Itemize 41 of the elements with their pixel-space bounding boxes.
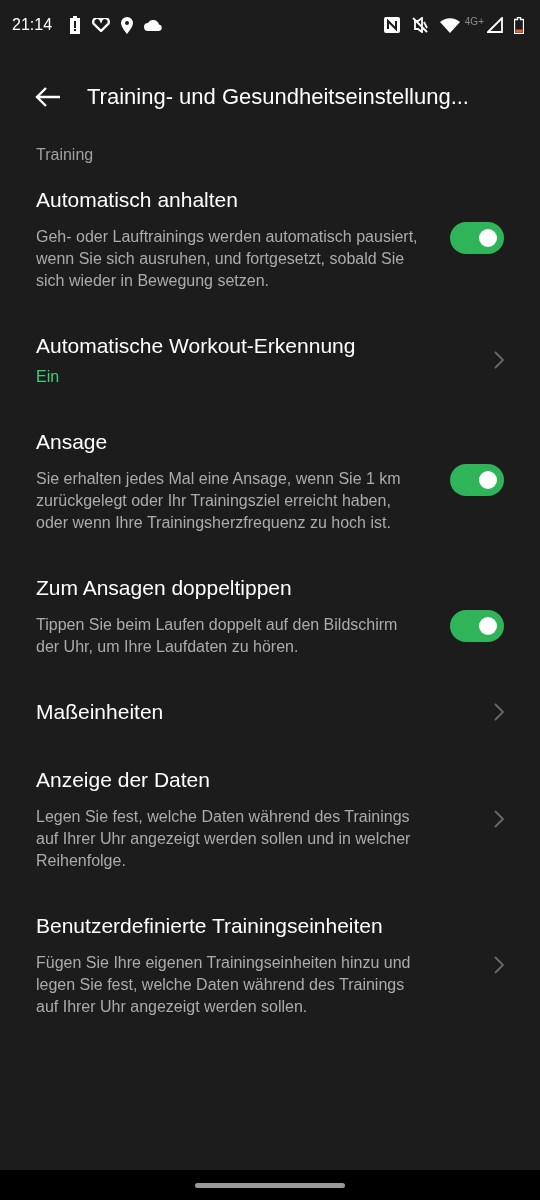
nfc-icon [383,17,400,33]
chevron-right-icon [494,351,504,369]
heart-icon [92,18,111,32]
chevron-right-icon [494,703,504,721]
setting-title: Maßeinheiten [36,699,165,725]
settings-item[interactable]: Automatisch anhalten Geh- oder Lauftrainings werden automatisch pausiert, wenn Sie sich ausruhen, und fortgesetzt, sobald Sie sich wieder in Bewegung setzen. [0,166,540,312]
setting-title: Anzeige der Daten [36,767,211,793]
setting-description: Tippen Sie beim Laufen doppelt auf den Bildschirm der Uhr, um Ihre Laufdaten zu hören. [36,615,399,657]
wifi-icon [439,17,460,33]
setting-title: Ansage [36,429,109,455]
clock: 21:14 [12,16,53,34]
setting-description: Fügen Sie Ihre eigenen Trainingseinheiten hinzu und legen Sie fest, welche Daten während des Trainings auf Ihrer Uhr angezeigt werden sollen. [36,953,412,1017]
toggle-switch[interactable] [450,222,504,254]
battery-low-icon [514,16,524,34]
setting-title: Automatische Workout-Erkennung [36,333,357,359]
toggle-switch[interactable] [450,610,504,642]
cloud-icon [144,19,164,31]
setting-value: Ein [36,367,61,387]
location-pin-icon [121,16,134,34]
settings-item[interactable]: Ansage Sie erhalten jedes Mal eine Ansage, wenn Sie 1 km zurückgelegt oder Ihr Trainingsziel erreicht haben, oder wenn Ihre Trainingsherzfrequenz zu hoch ist. [0,408,540,554]
home-indicator[interactable] [195,1182,345,1188]
settings-item[interactable]: Benutzerdefinierte Trainingseinheiten Fügen Sie Ihre eigenen Trainingseinheiten hinzu und legen Sie fest, welche Daten während des Trainings auf Ihrer Uhr angezeigt werden sollen. [0,892,540,1038]
toggle-switch[interactable] [450,464,504,496]
battery-alert-icon [69,16,82,34]
signal-icon [487,17,503,33]
setting-description: Sie erhalten jedes Mal eine Ansage, wenn Sie 1 km zurückgelegt oder Ihr Trainingsziel erreicht haben, oder wenn Ihre Trainingsherzfrequenz zu hoch ist. [36,469,402,533]
back-arrow-icon[interactable] [35,87,61,107]
setting-title: Automatisch anhalten [36,187,239,213]
chevron-right-icon [494,810,504,828]
setting-title: Zum Ansagen doppeltippen [36,575,293,601]
setting-title: Benutzerdefinierte Trainingseinheiten [36,913,384,939]
settings-item[interactable]: Maßeinheiten [0,678,540,746]
network-type-label: 4G+ [464,15,484,27]
settings-item[interactable]: Zum Ansagen doppeltippen Tippen Sie beim Laufen doppelt auf den Bildschirm der Uhr, um Ihre Laufdaten zu hören. [0,554,540,678]
setting-description: Legen Sie fest, welche Daten während des Trainings auf Ihrer Uhr angezeigt werden sollen und in welcher Reihenfolge. [36,807,412,871]
section-label: Training [35,145,95,165]
page-title: Training- und Gesundheitseinstellung... [87,84,469,110]
settings-item[interactable]: Automatische Workout-Erkennung Ein [0,312,540,408]
settings-item[interactable]: Anzeige der Daten Legen Sie fest, welche Daten während des Trainings auf Ihrer Uhr angezeigt werden sollen und in welcher Reihenfolge. [0,746,540,892]
chevron-right-icon [494,956,504,974]
setting-description: Geh- oder Lauftrainings werden automatisch pausiert, wenn Sie sich ausruhen, und fortgesetzt, sobald Sie sich wieder in Bewegung setzen. [36,227,419,291]
